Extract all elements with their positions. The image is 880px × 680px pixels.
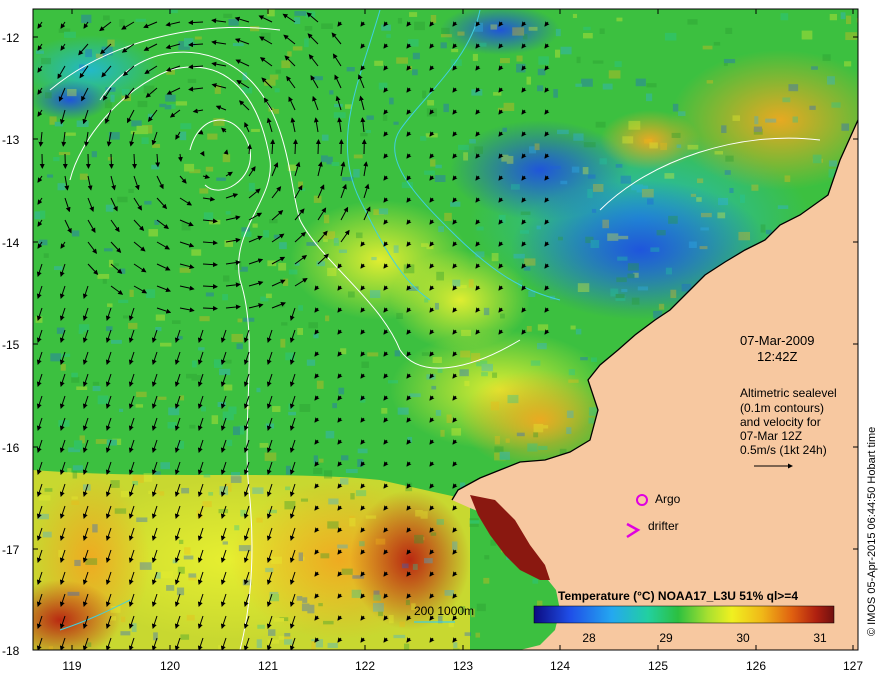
colorbar-tick: 31: [813, 631, 827, 645]
y-tick-label: -12: [2, 31, 20, 45]
y-tick-label: -17: [2, 543, 20, 557]
x-tick-label: 124: [549, 659, 571, 673]
x-tick-label: 120: [159, 659, 181, 673]
time-label: 12:42Z: [757, 349, 798, 364]
altimetry-line: Altimetric sealevel: [740, 386, 837, 400]
colorbar-title: Temperature (°C) NOAA17_L3U 51% ql>=4: [558, 589, 798, 603]
x-tick-label: 123: [452, 659, 474, 673]
colorbar-tick: 29: [659, 631, 673, 645]
y-tick-label: -18: [2, 644, 20, 658]
velocity-arrow: [202, 305, 218, 311]
altimetry-line: 07-Mar 12Z: [740, 429, 803, 443]
velocity-arrow: [315, 139, 321, 155]
date-label: 07-Mar-2009: [740, 333, 815, 348]
drifter-label: drifter: [648, 519, 679, 533]
altimetry-line: (0.1m contours): [740, 401, 825, 415]
colorbar-tick: 28: [582, 631, 596, 645]
credit-line: © IMOS 05-Apr-2015 06:44:50 Hobart time: [866, 426, 878, 636]
y-tick-label: -15: [2, 338, 20, 352]
x-tick-label: 122: [354, 659, 376, 673]
velocity-arrow: [108, 153, 114, 169]
altimetry-line: and velocity for: [740, 415, 821, 429]
x-tick-label: 119: [62, 659, 82, 673]
x-tick-label: 126: [745, 659, 767, 673]
colorbar: [533, 605, 835, 624]
y-tick-label: -14: [2, 236, 20, 250]
x-tick-label: 127: [842, 659, 864, 673]
x-tick-label: 125: [647, 659, 669, 673]
depth-legend-label: 200 1000m: [414, 604, 475, 618]
altimetry-line: 0.5m/s (1kt 24h): [740, 443, 827, 457]
argo-label: Argo: [655, 492, 681, 506]
velocity-arrow: [292, 139, 298, 155]
colorbar-tick: 30: [736, 631, 750, 645]
x-tick-label: 121: [257, 659, 279, 673]
y-tick-label: -16: [2, 441, 20, 455]
y-tick-label: -13: [2, 133, 20, 147]
